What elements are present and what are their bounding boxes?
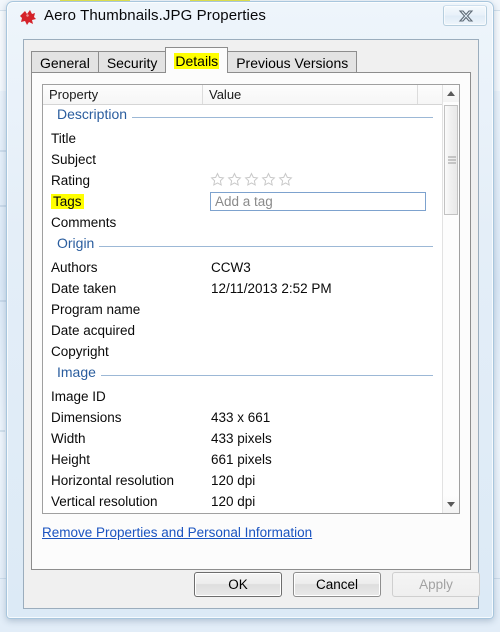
tab-label: Security — [106, 54, 158, 71]
dialog-client-area: General Security Details Previous Versio… — [23, 39, 480, 609]
chevron-down-icon — [447, 502, 455, 507]
property-name: Image ID — [51, 389, 106, 404]
remove-properties-link[interactable]: Remove Properties and Personal Informati… — [42, 525, 312, 540]
property-row-date-taken[interactable]: Date taken 12/11/2013 2:52 PM — [43, 279, 443, 300]
grip-icon — [448, 156, 456, 164]
star-icon — [210, 172, 225, 186]
image-file-icon — [18, 8, 38, 28]
cancel-button[interactable]: Cancel — [293, 572, 381, 597]
scroll-down-icon[interactable] — [443, 496, 459, 513]
tags-input[interactable] — [210, 192, 426, 211]
group-heading: Origin — [57, 235, 100, 251]
star-icon — [261, 172, 276, 186]
property-name: Date acquired — [51, 323, 136, 338]
properties-window: Aero Thumbnails.JPG Properties General S… — [6, 1, 494, 619]
close-icon[interactable] — [443, 5, 487, 26]
property-name: Comments — [51, 215, 117, 230]
group-heading: Image — [57, 364, 101, 380]
property-row-width[interactable]: Width 433 pixels — [43, 429, 443, 450]
property-name: Height — [51, 452, 91, 467]
group-divider — [57, 375, 433, 376]
property-value: 433 x 661 — [211, 410, 271, 425]
star-icon — [227, 172, 242, 186]
property-row-height[interactable]: Height 661 pixels — [43, 450, 443, 471]
star-icon — [278, 172, 293, 186]
tab-security[interactable]: Security — [97, 51, 167, 73]
property-row-date-acquired[interactable]: Date acquired — [43, 321, 443, 342]
ok-button[interactable]: OK — [194, 572, 282, 597]
scroll-up-icon[interactable] — [443, 85, 459, 102]
chevron-up-icon — [447, 91, 455, 96]
property-row-subject[interactable]: Subject — [43, 150, 443, 171]
property-group-description: Description — [43, 105, 443, 129]
tab-strip: General Security Details Previous Versio… — [31, 47, 358, 73]
title-bar: Aero Thumbnails.JPG Properties — [7, 2, 493, 35]
property-row-tags[interactable]: Tags — [43, 192, 443, 213]
tab-label: Previous Versions — [236, 54, 349, 71]
tab-details[interactable]: Details — [165, 47, 229, 73]
property-row-program-name[interactable]: Program name — [43, 300, 443, 321]
property-name: Subject — [51, 152, 97, 167]
property-name-highlight: Tags — [51, 194, 84, 209]
property-row-rating[interactable]: Rating — [43, 171, 443, 192]
property-name: Copyright — [51, 344, 109, 359]
property-value: 120 dpi — [211, 494, 256, 509]
property-value: 433 pixels — [211, 431, 272, 446]
property-value: 12/11/2013 2:52 PM — [211, 281, 332, 296]
scrollbar-thumb[interactable] — [444, 105, 458, 215]
property-name: Title — [51, 131, 77, 146]
bg-artifact — [0, 430, 5, 432]
property-value: CCW3 — [211, 260, 251, 275]
group-heading: Description — [57, 106, 133, 122]
property-name: Tags — [51, 194, 84, 209]
tab-page-details: Property Value Description Title Subject… — [31, 72, 471, 570]
tab-previous-versions[interactable]: Previous Versions — [227, 51, 358, 73]
property-row-authors[interactable]: Authors CCW3 — [43, 258, 443, 279]
property-list-header: Property Value — [43, 85, 459, 105]
property-value: 120 dpi — [211, 473, 256, 488]
property-row-copyright[interactable]: Copyright — [43, 342, 443, 363]
vertical-scrollbar[interactable] — [442, 85, 459, 513]
property-row-horizontal-resolution[interactable]: Horizontal resolution 120 dpi — [43, 471, 443, 492]
group-divider — [57, 246, 433, 247]
column-header-value[interactable]: Value — [203, 85, 418, 104]
tab-label: Details — [174, 52, 220, 69]
column-header-extra[interactable] — [418, 85, 443, 104]
property-name: Horizontal resolution — [51, 473, 175, 488]
property-name: Program name — [51, 302, 141, 317]
property-name: Vertical resolution — [51, 494, 158, 509]
window-title: Aero Thumbnails.JPG Properties — [44, 7, 266, 24]
property-row-image-id[interactable]: Image ID — [43, 387, 443, 408]
property-row-title[interactable]: Title — [43, 129, 443, 150]
property-name: Date taken — [51, 281, 117, 296]
column-header-property[interactable]: Property — [43, 85, 203, 104]
property-name: Rating — [51, 173, 91, 188]
property-group-origin: Origin — [43, 234, 443, 258]
tab-general[interactable]: General — [31, 51, 99, 73]
rating-stars[interactable] — [210, 172, 293, 187]
tab-label: General — [40, 54, 90, 71]
property-value: 661 pixels — [211, 452, 272, 467]
property-row-dimensions[interactable]: Dimensions 433 x 661 — [43, 408, 443, 429]
property-group-image: Image — [43, 363, 443, 387]
property-name: Dimensions — [51, 410, 122, 425]
property-name: Authors — [51, 260, 98, 275]
property-list: Property Value Description Title Subject… — [42, 84, 460, 514]
property-row-comments[interactable]: Comments — [43, 213, 443, 234]
property-list-body: Description Title Subject Rating Tags Ad… — [43, 105, 443, 513]
property-name: Width — [51, 431, 86, 446]
apply-button[interactable]: Apply — [392, 572, 480, 597]
property-row-vertical-resolution[interactable]: Vertical resolution 120 dpi — [43, 492, 443, 513]
star-icon — [244, 172, 259, 186]
